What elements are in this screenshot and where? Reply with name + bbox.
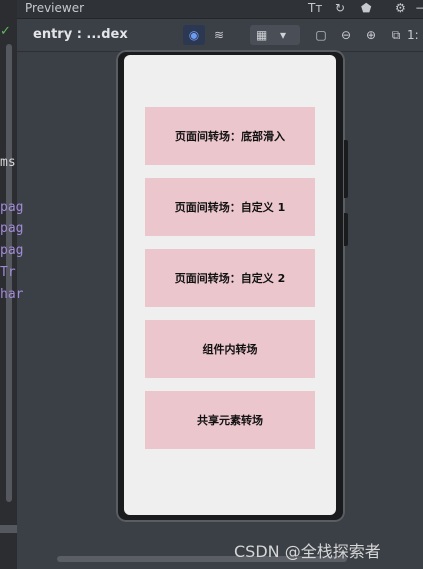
watermark: CSDN @全栈探索者: [234, 542, 381, 561]
ratio-icon[interactable]: 1:: [407, 25, 423, 45]
editor-horizontal-scrollbar[interactable]: [0, 525, 17, 533]
font-size-icon[interactable]: Tт: [308, 1, 322, 15]
code-fragment: pag: [0, 243, 24, 258]
code-fragment: pag: [0, 200, 24, 215]
inspect-icon[interactable]: ⬟: [361, 1, 371, 15]
shared-element-transition-button[interactable]: 共享元素转场: [145, 391, 315, 449]
entry-label: entry : ...dex: [33, 27, 128, 42]
custom-2-transition-button[interactable]: 页面间转场：自定义 2: [145, 249, 315, 307]
device-side-button: [344, 140, 348, 198]
fit-icon[interactable]: ⧉: [385, 25, 407, 45]
custom-1-transition-button[interactable]: 页面间转场：自定义 1: [145, 178, 315, 236]
refresh-icon[interactable]: ↻: [335, 1, 345, 15]
component-transition-button[interactable]: 组件内转场: [145, 320, 315, 378]
zoom-in-icon[interactable]: ⊕: [360, 25, 382, 45]
minimize-icon[interactable]: −: [415, 1, 423, 15]
grid-icon: ▦: [256, 28, 268, 42]
settings-icon[interactable]: ⚙: [395, 1, 406, 15]
view-icon[interactable]: ◉: [183, 25, 205, 45]
code-fragment: har: [0, 287, 24, 302]
check-icon: ✓: [0, 24, 11, 39]
code-fragment: pag: [0, 221, 24, 236]
code-fragment: ms: [0, 155, 16, 170]
dropdown-icon: ▾: [280, 28, 287, 42]
code-fragment: Tr: [0, 265, 16, 280]
slide-in-transition-button[interactable]: 页面间转场：底部滑入: [145, 107, 315, 165]
device-side-button: [344, 213, 348, 246]
window-title: Previewer: [25, 1, 85, 15]
crop-icon[interactable]: ▢: [310, 25, 332, 45]
previewer-header: Previewer Tт ↻ ⬟ ⚙ −: [17, 0, 423, 19]
grid-dropdown[interactable]: ▦ ▾: [250, 25, 300, 45]
layers-icon[interactable]: ≋: [208, 25, 230, 45]
zoom-out-icon[interactable]: ⊖: [335, 25, 357, 45]
previewer-toolbar: entry : ...dex ◉ ≋ ▦ ▾ ▢ ⊖ ⊕ ⧉ 1:: [17, 19, 423, 52]
